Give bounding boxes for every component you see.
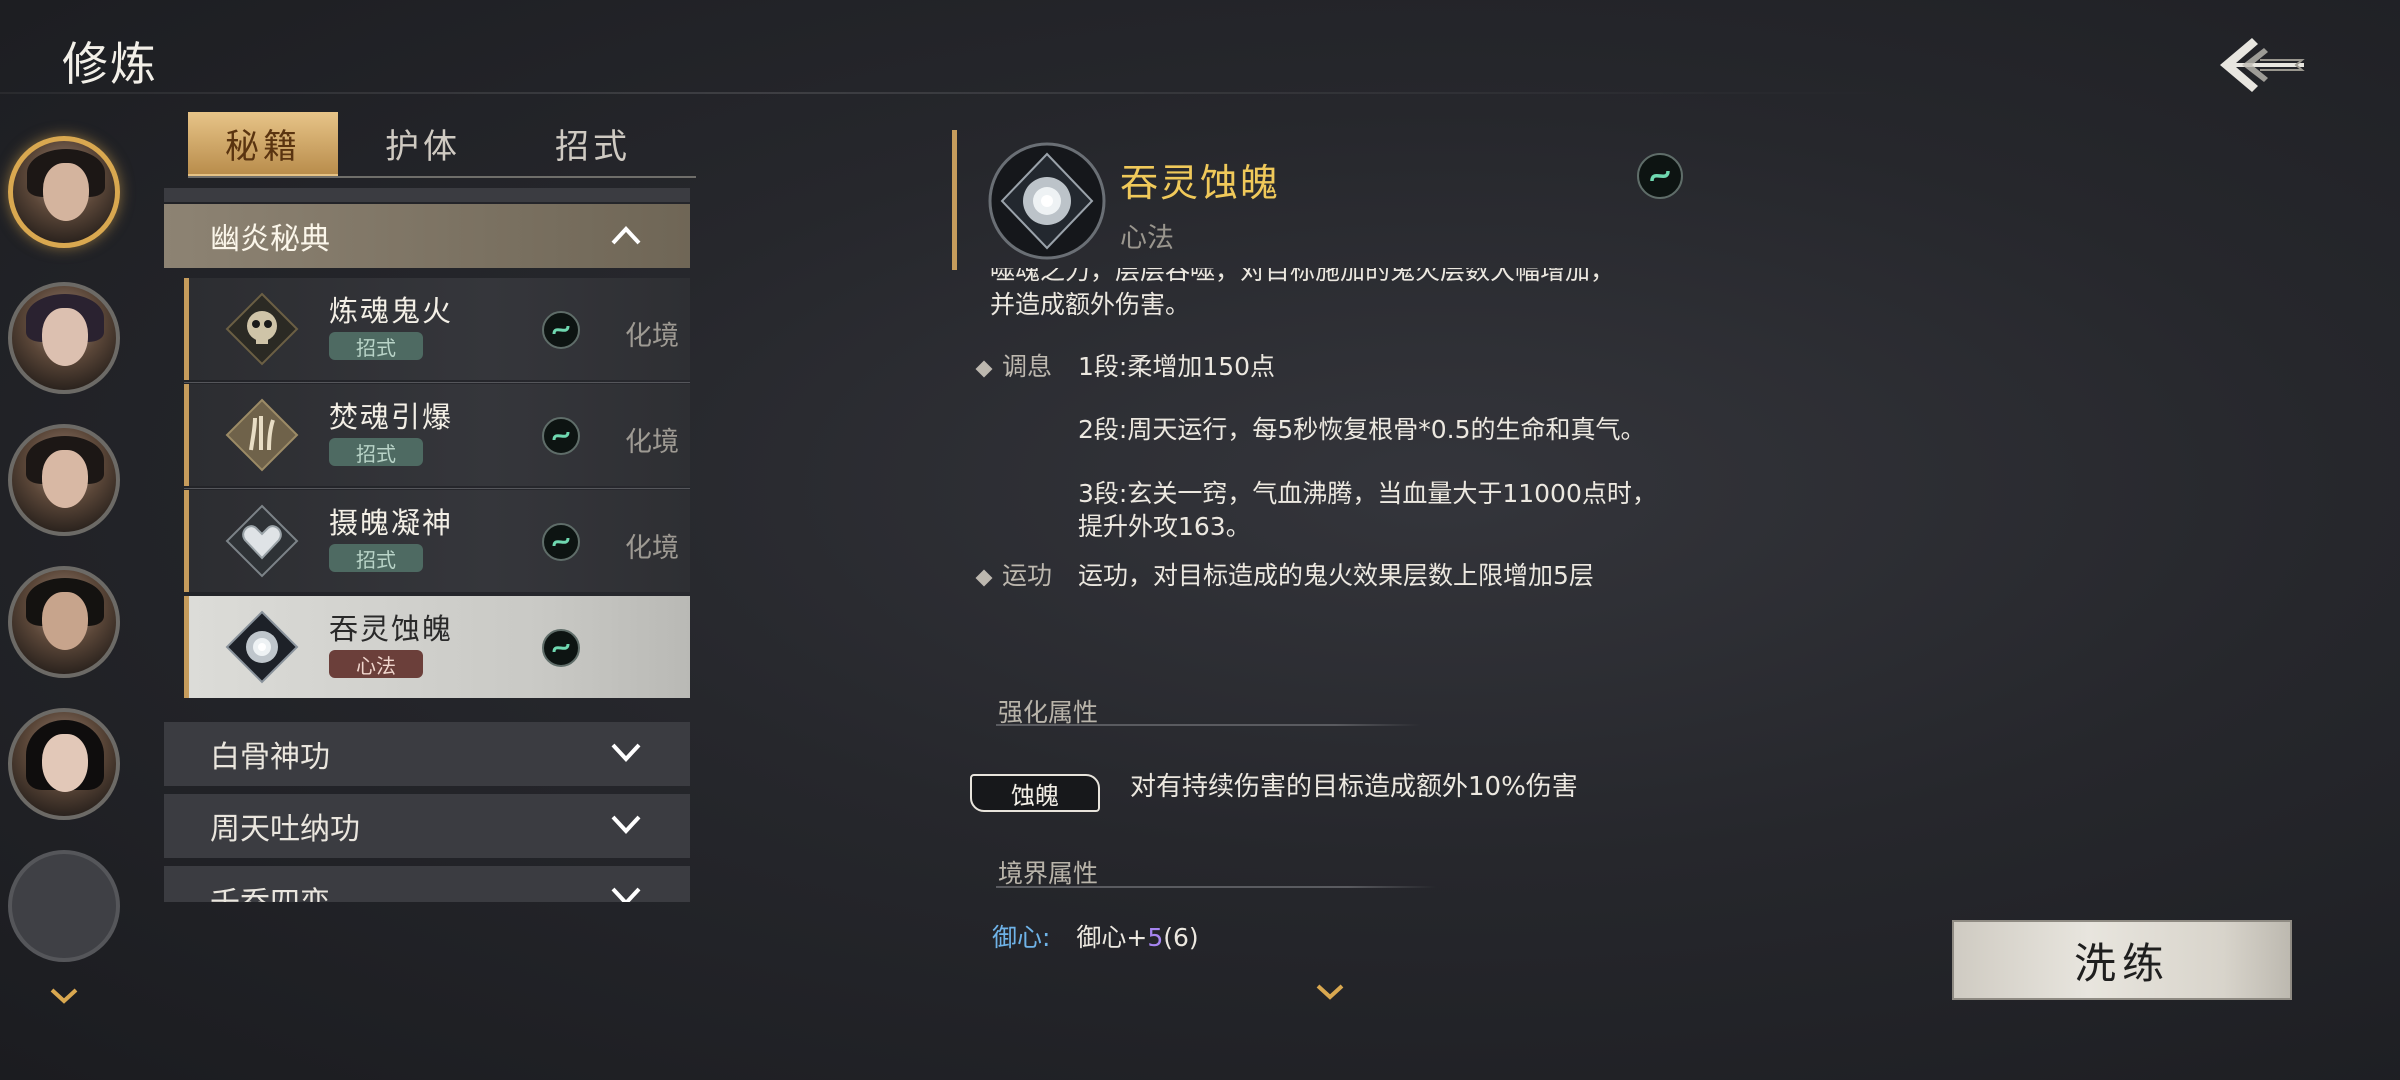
character-avatar-2[interactable] bbox=[8, 282, 120, 394]
character-avatar-4[interactable] bbox=[8, 566, 120, 678]
claw-icon bbox=[225, 398, 299, 472]
element-emblem-icon bbox=[542, 417, 580, 455]
enhance-text: 对有持续伤害的目标造成额外10%伤害 bbox=[1130, 772, 1578, 802]
desc-line: 噬魂之力，层层吞噬，对目标施加的鬼火层数大幅增加， bbox=[990, 268, 1616, 285]
group-top-edge bbox=[164, 188, 690, 202]
element-emblem-icon bbox=[542, 629, 580, 667]
spirit-orb-icon bbox=[988, 142, 1106, 260]
realm-section-title: 境界属性 bbox=[998, 859, 1099, 888]
wash-button[interactable]: 洗练 bbox=[1952, 920, 2292, 1000]
chevron-down-icon bbox=[611, 815, 641, 834]
chevron-down-icon bbox=[611, 887, 641, 902]
group-header-zhoutian[interactable]: 周天吐纳功 bbox=[164, 794, 690, 858]
skill-row-lianhun[interactable]: 炼魂鬼火 招式 化境 bbox=[184, 278, 690, 380]
detail-skill-name: 吞灵蚀魄 bbox=[1120, 161, 1281, 205]
group-label: 千乔四变 bbox=[210, 878, 330, 902]
tiaoxi-label: 调息 bbox=[975, 347, 1052, 383]
skill-name: 摄魄凝神 bbox=[329, 506, 454, 540]
tiaoxi-stage-3: 3段:玄关一窍，气血沸腾，当血量大于11000点时， bbox=[1078, 479, 1657, 508]
tab-divider bbox=[188, 176, 696, 178]
skill-row-shepo[interactable]: 摄魄凝神 招式 化境 bbox=[184, 490, 690, 592]
chevron-up-icon bbox=[611, 226, 641, 245]
detail-skill-type: 心法 bbox=[1120, 223, 1174, 254]
character-avatar-3[interactable] bbox=[8, 424, 120, 536]
realm-attribute: 御心: 御心+5(6) bbox=[992, 923, 1199, 952]
skill-tag: 招式 bbox=[329, 332, 423, 360]
tab-zhaoshi[interactable]: 招式 bbox=[528, 112, 658, 174]
group-label: 幽炎秘典 bbox=[210, 222, 330, 257]
skill-row-tunling[interactable]: 吞灵蚀魄 心法 bbox=[184, 596, 690, 698]
tab-miji[interactable]: 秘籍 bbox=[188, 112, 338, 178]
tiaoxi-stage-1: 1段:柔增加150点 bbox=[1078, 352, 1276, 381]
header-divider bbox=[0, 92, 1900, 94]
spirit-orb-icon bbox=[225, 610, 299, 684]
scroll-down-icon[interactable] bbox=[1316, 984, 1344, 1000]
category-tabs: 秘籍 护体 招式 bbox=[188, 112, 696, 178]
yungong-text: 运功，对目标造成的鬼火效果层数上限增加5层 bbox=[1078, 561, 1594, 590]
skill-tag: 心法 bbox=[329, 650, 423, 678]
desc-line: 并造成额外伤害。 bbox=[990, 290, 1191, 319]
tiaoxi-stage-3-cont: 提升外攻163。 bbox=[1078, 512, 1251, 541]
page-title: 修炼 bbox=[62, 37, 158, 91]
skill-name: 焚魂引爆 bbox=[329, 400, 454, 434]
group-header-baigu[interactable]: 白骨神功 bbox=[164, 722, 690, 786]
skill-state: 化境 bbox=[625, 533, 679, 564]
skill-state: 化境 bbox=[625, 427, 679, 458]
enhance-divider bbox=[996, 724, 1420, 726]
realm-divider bbox=[996, 886, 1436, 888]
skill-tag: 招式 bbox=[329, 438, 423, 466]
back-arrow-icon[interactable] bbox=[2212, 30, 2312, 100]
row-divider bbox=[184, 382, 690, 383]
heart-crystal-icon bbox=[225, 504, 299, 578]
realm-key: 御心 bbox=[992, 923, 1043, 952]
group-label: 白骨神功 bbox=[210, 740, 330, 775]
realm-value: 御心+ bbox=[1076, 923, 1148, 952]
skill-state: 化境 bbox=[625, 321, 679, 352]
character-avatar-empty[interactable] bbox=[8, 850, 120, 962]
character-avatar-1[interactable] bbox=[8, 136, 120, 248]
scroll-down-icon[interactable] bbox=[50, 988, 78, 1004]
skill-name: 吞灵蚀魄 bbox=[329, 612, 454, 646]
tab-huti[interactable]: 护体 bbox=[358, 112, 488, 174]
skill-row-fenhun[interactable]: 焚魂引爆 招式 化境 bbox=[184, 384, 690, 486]
character-avatar-5[interactable] bbox=[8, 708, 120, 820]
element-emblem-icon bbox=[542, 311, 580, 349]
skill-name: 炼魂鬼火 bbox=[329, 294, 454, 328]
yungong-label: 运功 bbox=[975, 556, 1052, 592]
group-header-youyan[interactable]: 幽炎秘典 bbox=[164, 204, 690, 268]
element-emblem-icon bbox=[542, 523, 580, 561]
skull-fire-icon bbox=[225, 292, 299, 366]
enhance-badge: 蚀魄 bbox=[970, 774, 1100, 812]
element-emblem-icon bbox=[1637, 153, 1683, 199]
group-label: 周天吐纳功 bbox=[210, 812, 360, 847]
skill-list[interactable]: 幽炎秘典 炼魂鬼火 招式 化境 焚魂引爆 招式 化境 摄魄凝神 招式 化境 吞灵… bbox=[164, 188, 690, 902]
tiaoxi-stage-2: 2段:周天运行，每5秒恢复根骨*0.5的生命和真气。 bbox=[1078, 415, 1646, 444]
row-divider bbox=[184, 488, 690, 489]
skill-tag: 招式 bbox=[329, 544, 423, 572]
realm-bonus: 5 bbox=[1147, 923, 1164, 952]
chevron-down-icon bbox=[611, 743, 641, 762]
group-header-qianqiao[interactable]: 千乔四变 bbox=[164, 866, 690, 902]
detail-accent-bar bbox=[952, 130, 957, 270]
